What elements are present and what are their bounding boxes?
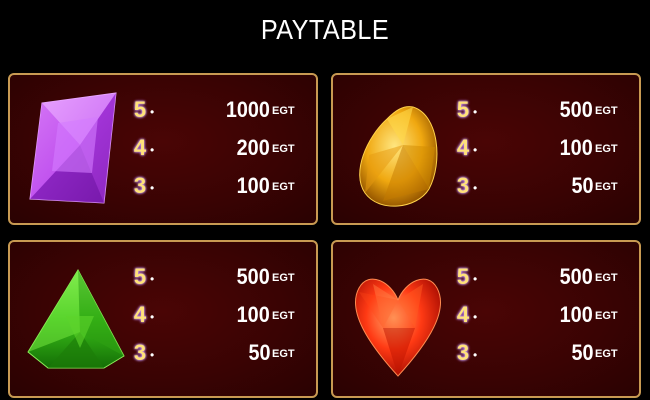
paytable-panel-yellow: 5 • 500 EGT 4 • 100 EGT 3 • 50 EGT [331,73,641,225]
currency-label: EGT [595,272,618,284]
paytable-panel-green: 5 • 500 EGT 4 • 100 EGT 3 • 50 EGT [8,240,318,398]
payout-value: 100 [236,302,270,327]
symbol-count: 5 [133,264,147,289]
symbol-count: 5 [456,97,470,122]
payout-value: 500 [559,97,593,122]
currency-label: EGT [272,105,295,117]
currency-label: EGT [595,348,618,360]
purple-diamond-icon [29,92,117,204]
separator-dot: • [473,272,478,286]
payout-value: 50 [570,173,593,198]
separator-dot: • [150,348,155,362]
payout-value: 500 [559,264,593,289]
payout-row: 4 • 200 EGT [130,135,310,173]
separator-dot: • [150,310,155,324]
payout-value: 500 [236,264,270,289]
payout-row: 3 • 50 EGT [130,340,310,378]
separator-dot: • [473,143,478,157]
payout-value: 100 [559,302,593,327]
currency-label: EGT [595,181,618,193]
currency-label: EGT [272,348,295,360]
payout-row: 3 • 50 EGT [453,340,633,378]
payout-row: 4 • 100 EGT [453,135,633,173]
symbol-count: 5 [456,264,470,289]
separator-dot: • [473,105,478,119]
symbol-count: 5 [133,97,147,122]
currency-label: EGT [272,310,295,322]
payout-value: 200 [236,135,270,160]
separator-dot: • [150,181,155,195]
green-triangle-gem-icon [27,268,125,369]
separator-dot: • [473,310,478,324]
symbol-count: 3 [133,173,147,198]
paytable-panel-red: 5 • 500 EGT 4 • 100 EGT 3 • 50 EGT [331,240,641,398]
payout-row: 4 • 100 EGT [453,302,633,340]
payout-row: 5 • 1000 EGT [130,97,310,135]
separator-dot: • [473,181,478,195]
currency-label: EGT [272,272,295,284]
symbol-count: 4 [456,135,470,160]
symbol-count: 4 [456,302,470,327]
payout-value: 50 [247,340,270,365]
currency-label: EGT [595,143,618,155]
payout-row: 5 • 500 EGT [453,97,633,135]
payout-row: 3 • 50 EGT [453,173,633,211]
separator-dot: • [150,105,155,119]
symbol-count: 3 [456,173,470,198]
payout-row: 5 • 500 EGT [130,264,310,302]
separator-dot: • [150,272,155,286]
paytable-title: PAYTABLE [260,14,390,45]
paytable-panel-purple: 5 • 1000 EGT 4 • 200 EGT 3 • 100 EGT [8,73,318,225]
currency-label: EGT [272,181,295,193]
payout-value: 50 [570,340,593,365]
payout-value: 100 [236,173,270,198]
currency-label: EGT [272,143,295,155]
symbol-count: 4 [133,302,147,327]
payout-value: 1000 [225,97,270,122]
red-heart-gem-icon [355,278,441,377]
currency-label: EGT [595,105,618,117]
separator-dot: • [150,143,155,157]
symbol-count: 3 [133,340,147,365]
payout-row: 5 • 500 EGT [453,264,633,302]
payout-value: 100 [559,135,593,160]
symbol-count: 4 [133,135,147,160]
payout-row: 4 • 100 EGT [130,302,310,340]
currency-label: EGT [595,310,618,322]
payout-row: 3 • 100 EGT [130,173,310,211]
symbol-count: 3 [456,340,470,365]
yellow-gem-icon [359,106,438,207]
separator-dot: • [473,348,478,362]
